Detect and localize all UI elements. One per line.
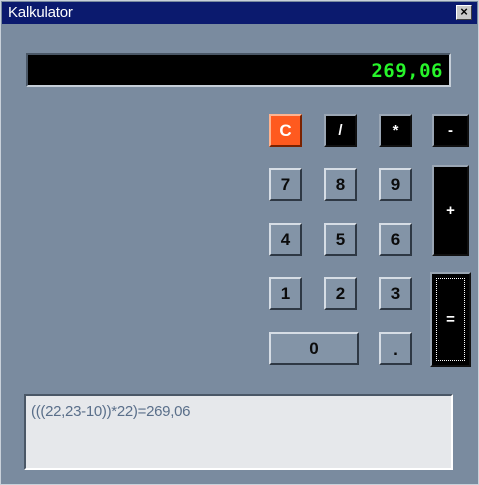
digit-3-button[interactable]: 3: [379, 277, 412, 310]
result-display: 269,06: [26, 53, 451, 87]
divide-button[interactable]: /: [324, 114, 357, 147]
history-panel[interactable]: (((22,23-10))*22)=269,06: [24, 394, 453, 470]
equals-focus-ring: =: [436, 278, 465, 361]
digit-7-button[interactable]: 7: [269, 168, 302, 201]
equals-button[interactable]: =: [430, 272, 471, 367]
history-entry: (((22,23-10))*22)=269,06: [31, 403, 191, 420]
multiply-button[interactable]: *: [379, 114, 412, 147]
close-icon[interactable]: ×: [456, 5, 472, 20]
calculator-window: Kalkulator × 269,06 C / * - 7 8 9 + 4 5 …: [0, 0, 479, 485]
decimal-button[interactable]: .: [379, 332, 412, 365]
minus-button[interactable]: -: [432, 114, 469, 147]
equals-label: =: [446, 311, 455, 328]
digit-4-button[interactable]: 4: [269, 223, 302, 256]
digit-5-button[interactable]: 5: [324, 223, 357, 256]
title-bar[interactable]: Kalkulator ×: [2, 2, 477, 24]
digit-9-button[interactable]: 9: [379, 168, 412, 201]
clear-button[interactable]: C: [269, 114, 302, 147]
digit-8-button[interactable]: 8: [324, 168, 357, 201]
window-title: Kalkulator: [8, 4, 73, 21]
digit-0-button[interactable]: 0: [269, 332, 359, 365]
digit-1-button[interactable]: 1: [269, 277, 302, 310]
digit-2-button[interactable]: 2: [324, 277, 357, 310]
digit-6-button[interactable]: 6: [379, 223, 412, 256]
display-value: 269,06: [371, 60, 443, 82]
plus-button[interactable]: +: [432, 165, 469, 256]
